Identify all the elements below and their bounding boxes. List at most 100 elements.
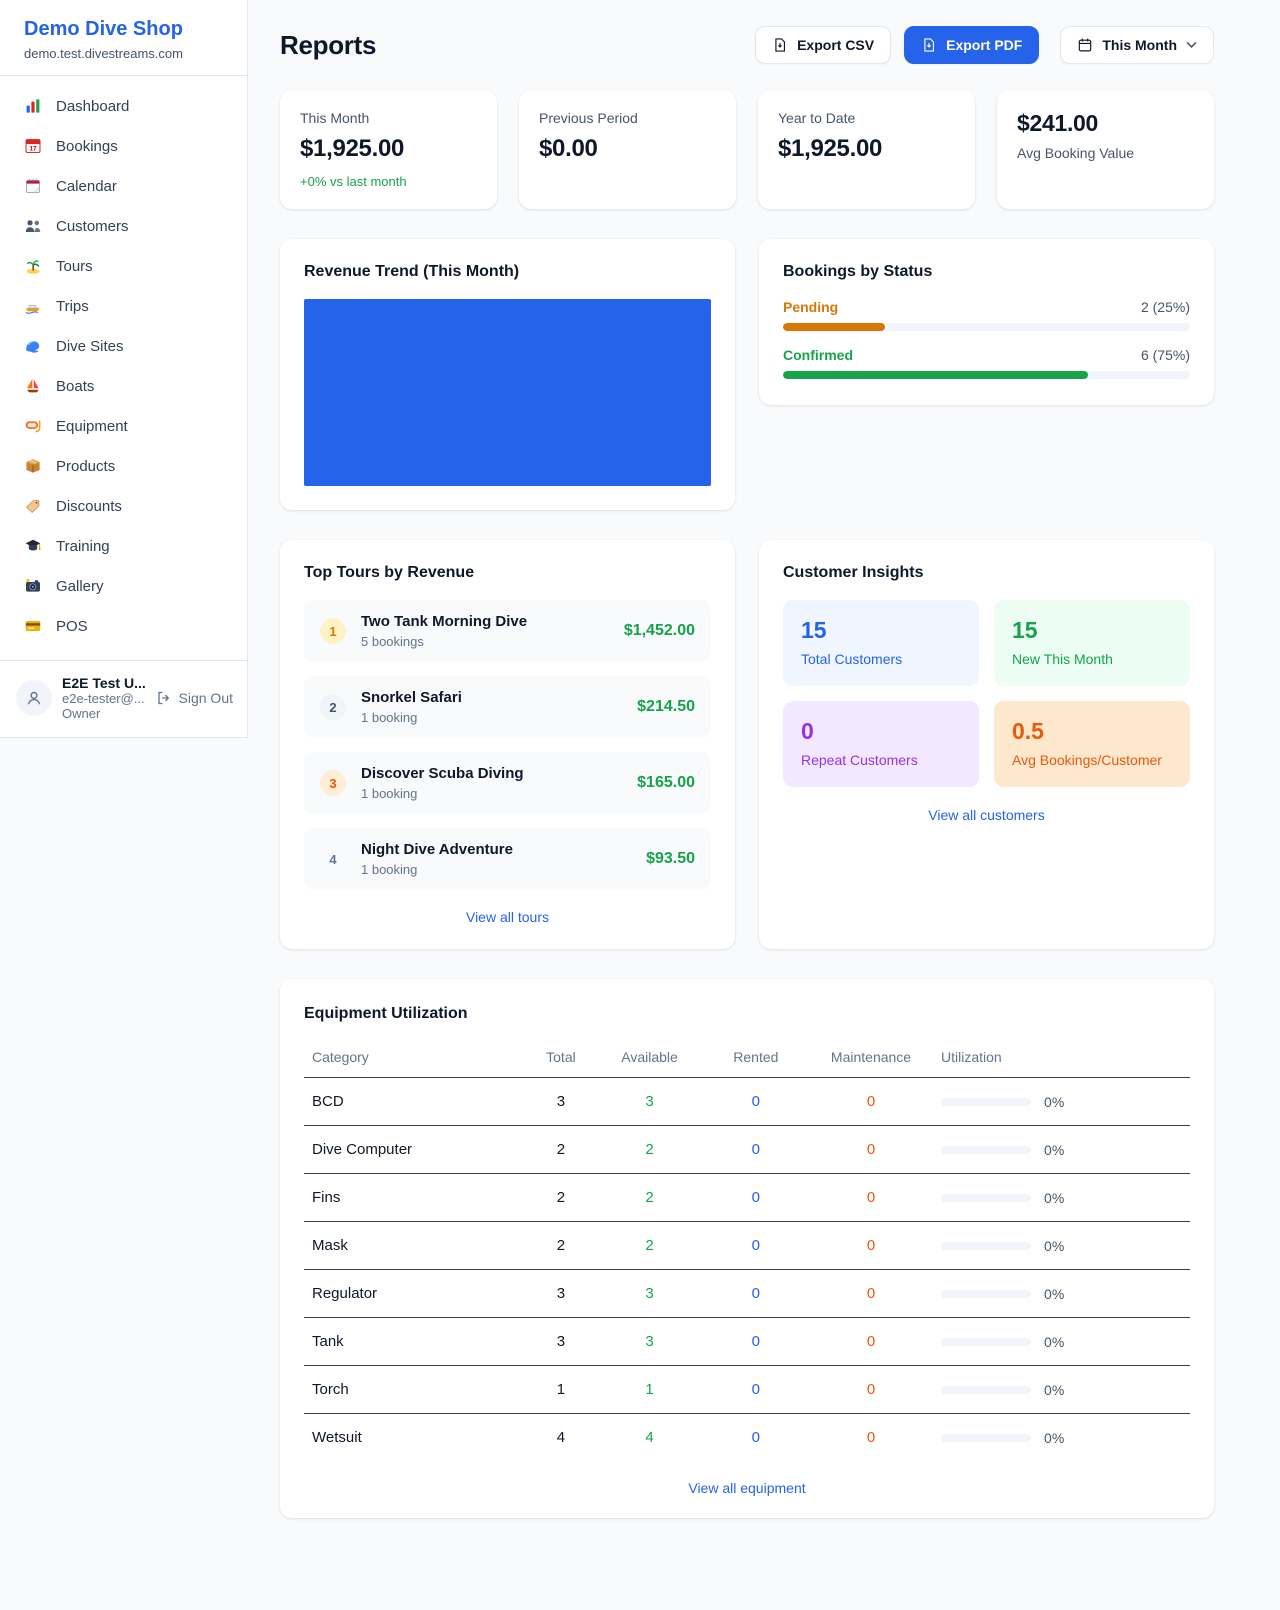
rank-badge: 3 — [320, 770, 346, 796]
sidebar-item-calendar[interactable]: Calendar — [0, 166, 247, 206]
utilization-percent: 0% — [1044, 1382, 1064, 1398]
palm-island-icon — [24, 257, 42, 275]
insight-label: Repeat Customers — [801, 752, 961, 768]
view-all-customers-link[interactable]: View all customers — [783, 807, 1190, 823]
avatar — [16, 680, 52, 716]
cell-rented: 0 — [703, 1270, 809, 1318]
stat-value: $241.00 — [1017, 110, 1194, 137]
cell-total: 2 — [526, 1126, 597, 1174]
cell-maintenance: 0 — [809, 1222, 933, 1270]
sidebar-item-products[interactable]: Products — [0, 446, 247, 486]
utilization-bar — [941, 1242, 1031, 1250]
revenue-trend-title: Revenue Trend (This Month) — [304, 263, 711, 281]
sidebar-item-label: Boats — [56, 378, 94, 395]
sidebar-item-tours[interactable]: Tours — [0, 246, 247, 286]
status-progress-fill — [783, 371, 1088, 379]
stat-card-avg-booking-value: $241.00 Avg Booking Value — [997, 90, 1214, 209]
utilization-percent: 0% — [1044, 1238, 1064, 1254]
export-pdf-label: Export PDF — [946, 37, 1022, 53]
shop-domain: demo.test.divestreams.com — [24, 46, 223, 61]
stat-label: Previous Period — [539, 110, 716, 126]
insight-tiles: 15 Total Customers 15 New This Month 0 R… — [783, 600, 1190, 787]
tour-revenue: $214.50 — [637, 698, 695, 716]
stat-delta: +0% vs last month — [300, 174, 477, 189]
tour-name: Snorkel Safari — [361, 689, 462, 706]
sidebar-item-label: Training — [56, 538, 110, 555]
sidebar-item-boats[interactable]: Boats — [0, 366, 247, 406]
sidebar-nav: Dashboard 17 Bookings Calendar Customers… — [0, 76, 247, 660]
user-email: e2e-tester@... — [62, 691, 146, 706]
table-row: Tank 3 3 0 0 0% — [304, 1318, 1190, 1366]
table-row: BCD 3 3 0 0 0% — [304, 1078, 1190, 1126]
sidebar-item-dashboard[interactable]: Dashboard — [0, 86, 247, 126]
cell-total: 2 — [526, 1222, 597, 1270]
utilization-bar — [941, 1338, 1031, 1346]
view-all-equipment-link[interactable]: View all equipment — [304, 1480, 1190, 1496]
table-row: Wetsuit 4 4 0 0 0% — [304, 1414, 1190, 1462]
sign-out-icon — [156, 690, 172, 706]
export-csv-label: Export CSV — [797, 37, 874, 53]
sidebar-item-label: Tours — [56, 258, 93, 275]
utilization-percent: 0% — [1044, 1430, 1064, 1446]
cell-category: Dive Computer — [304, 1126, 526, 1174]
top-tours-title: Top Tours by Revenue — [304, 564, 711, 582]
cell-rented: 0 — [703, 1078, 809, 1126]
export-pdf-button[interactable]: Export PDF — [904, 26, 1039, 64]
insight-value: 0.5 — [1012, 718, 1172, 745]
sidebar-item-customers[interactable]: Customers — [0, 206, 247, 246]
sidebar-item-dive-sites[interactable]: Dive Sites — [0, 326, 247, 366]
sidebar-item-label: POS — [56, 618, 88, 635]
status-count: 2 (25%) — [1141, 299, 1190, 315]
export-csv-button[interactable]: Export CSV — [755, 26, 891, 64]
people-icon — [24, 217, 42, 235]
sidebar-item-trips[interactable]: Trips — [0, 286, 247, 326]
cell-rented: 0 — [703, 1318, 809, 1366]
calendar-date-icon: 17 — [24, 137, 42, 155]
diving-mask-icon — [24, 417, 42, 435]
table-row: Mask 2 2 0 0 0% — [304, 1222, 1190, 1270]
tag-icon — [24, 497, 42, 515]
sidebar-item-bookings[interactable]: 17 Bookings — [0, 126, 247, 166]
sidebar-item-label: Equipment — [56, 418, 128, 435]
rank-badge: 4 — [320, 846, 346, 872]
spiral-calendar-icon — [24, 177, 42, 195]
cell-category: Regulator — [304, 1270, 526, 1318]
stat-card-year-to-date: Year to Date $1,925.00 — [758, 90, 975, 209]
sidebar-item-equipment[interactable]: Equipment — [0, 406, 247, 446]
chevron-down-icon — [1186, 41, 1197, 49]
table-row: Dive Computer 2 2 0 0 0% — [304, 1126, 1190, 1174]
tour-name: Discover Scuba Diving — [361, 765, 524, 782]
column-header-maintenance: Maintenance — [809, 1041, 933, 1078]
status-progress-fill — [783, 323, 885, 331]
insight-label: Total Customers — [801, 651, 961, 667]
tour-list-item: 1 Two Tank Morning Dive 5 bookings $1,45… — [304, 600, 711, 662]
status-row-pending: Pending 2 (25%) — [783, 299, 1190, 331]
sidebar-item-gallery[interactable]: Gallery — [0, 566, 247, 606]
shop-name[interactable]: Demo Dive Shop — [24, 18, 223, 41]
stat-value: $1,925.00 — [778, 135, 955, 163]
camera-icon — [24, 577, 42, 595]
sidebar-item-label: Gallery — [56, 578, 104, 595]
period-dropdown[interactable]: This Month — [1060, 26, 1214, 64]
cell-maintenance: 0 — [809, 1078, 933, 1126]
insight-label: Avg Bookings/Customer — [1012, 752, 1172, 768]
insight-label: New This Month — [1012, 651, 1172, 667]
status-progress-track — [783, 371, 1190, 379]
calendar-icon — [1077, 37, 1093, 53]
charts-row: Revenue Trend (This Month) Bookings by S… — [280, 239, 1214, 510]
tour-name: Night Dive Adventure — [361, 841, 513, 858]
cell-category: Mask — [304, 1222, 526, 1270]
tour-name: Two Tank Morning Dive — [361, 613, 527, 630]
view-all-tours-link[interactable]: View all tours — [304, 909, 711, 925]
cell-maintenance: 0 — [809, 1270, 933, 1318]
rank-badge: 1 — [320, 618, 346, 644]
sign-out-button[interactable]: Sign Out — [156, 690, 233, 706]
package-icon — [24, 457, 42, 475]
user-name: E2E Test U... — [62, 675, 146, 691]
sidebar-item-discounts[interactable]: Discounts — [0, 486, 247, 526]
sidebar-item-pos[interactable]: POS — [0, 606, 247, 646]
wave-icon — [24, 337, 42, 355]
sidebar-item-label: Calendar — [56, 178, 117, 195]
sidebar-item-training[interactable]: Training — [0, 526, 247, 566]
bookings-by-status-title: Bookings by Status — [783, 263, 1190, 281]
